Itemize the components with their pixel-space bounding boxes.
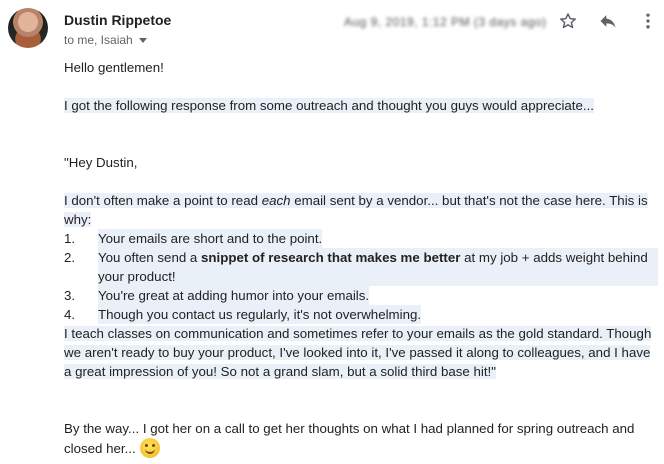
paragraph-2: I teach classes on communication and som… (64, 324, 658, 381)
list-text: Though you contact us regularly, it's no… (98, 305, 422, 324)
para1-emphasis: each (261, 193, 291, 208)
para2-text: I teach classes on communication and som… (64, 326, 652, 379)
sender-name[interactable]: Dustin Rippetoe (64, 12, 171, 28)
paragraph-1: I don't often make a point to read each … (64, 191, 658, 229)
list-number: 4. (64, 307, 76, 322)
list-item: 1. Your emails are short and to the poin… (64, 229, 658, 248)
list-item: 2. You often send a snippet of research … (64, 248, 658, 286)
closing-line: By the way... I got her on a call to get… (64, 419, 658, 458)
email-date: Aug 9, 2019, 1:12 PM (3 days ago) (344, 15, 547, 29)
chevron-down-icon[interactable] (138, 38, 147, 43)
list-text: You're great at adding humor into your e… (98, 286, 370, 305)
intro-text: I got the following response from some o… (64, 98, 594, 113)
list-text-start: You often send a (98, 250, 202, 265)
intro-line: I got the following response from some o… (64, 96, 658, 115)
list-number: 1. (64, 231, 76, 246)
greeting: Hello gentlemen! (64, 60, 164, 75)
list-text: Your emails are short and to the point. (98, 229, 323, 248)
list-text: You often send a snippet of research tha… (98, 248, 658, 286)
list-text-bold: snippet of research that makes me better (201, 250, 461, 265)
quote-open: "Hey Dustin, (64, 155, 138, 170)
recipients-line[interactable]: to me, Isaiah (64, 33, 147, 47)
list-number: 2. (64, 250, 76, 265)
list-item: 4. Though you contact us regularly, it's… (64, 305, 658, 324)
list-item: 3. You're great at adding humor into you… (64, 286, 658, 305)
star-icon[interactable] (556, 9, 580, 33)
recipients-text: to me, Isaiah (64, 33, 133, 47)
email-body: Hello gentlemen! I got the following res… (64, 58, 658, 458)
reply-icon[interactable] (596, 9, 620, 33)
para1-start: I don't often make a point to read (64, 193, 262, 208)
smiling-face-emoji (139, 438, 160, 458)
sender-avatar[interactable] (8, 8, 48, 48)
more-vert-icon[interactable] (636, 9, 660, 33)
list-number: 3. (64, 288, 76, 303)
